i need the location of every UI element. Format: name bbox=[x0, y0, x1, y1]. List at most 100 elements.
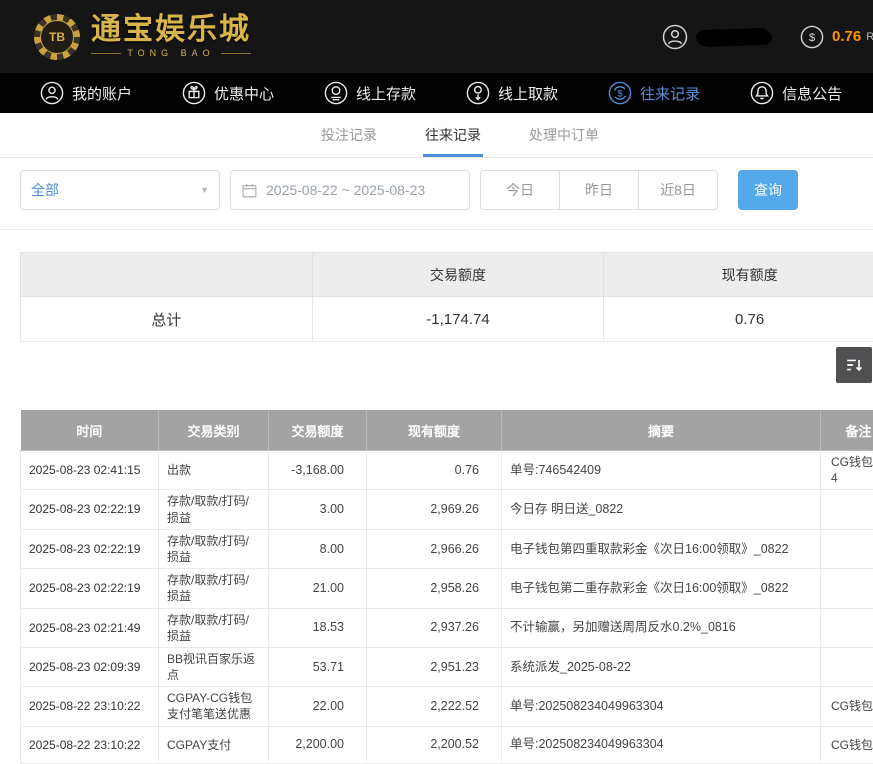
cell-type: 存款/取款/打码/损益 bbox=[159, 529, 269, 568]
site-logo[interactable]: TB 通宝娱乐城 TONG BAO bbox=[34, 14, 251, 60]
cell-amount: 18.53 bbox=[269, 608, 367, 647]
nav-label: 优惠中心 bbox=[214, 83, 274, 104]
table-row: 2025-08-23 02:22:19 存款/取款/打码/损益 21.00 2,… bbox=[21, 569, 873, 608]
nav-label: 线上取款 bbox=[498, 83, 558, 104]
cell-amount: 22.00 bbox=[269, 687, 367, 726]
col-type: 交易类别 bbox=[159, 410, 269, 451]
cell-note: CG钱包-24 bbox=[821, 451, 873, 490]
nav-item-withdraw[interactable]: 线上取款 bbox=[466, 81, 558, 105]
cell-summary: 电子钱包第二重存款彩金《次日16:00领取》_0822 bbox=[502, 569, 821, 608]
tab-processing-orders[interactable]: 处理中订单 bbox=[527, 113, 601, 157]
summary-col-balance: 现有额度 bbox=[604, 253, 873, 297]
cell-type: 存款/取款/打码/损益 bbox=[159, 490, 269, 529]
summary-row: 总计 -1,174.74 0.76 bbox=[21, 297, 873, 342]
records-header-row: 时间 交易类别 交易额度 现有额度 摘要 备注 bbox=[21, 410, 873, 451]
cell-balance: 2,958.26 bbox=[367, 569, 502, 608]
nav-label: 我的账户 bbox=[72, 83, 132, 104]
cell-type: 存款/取款/打码/损益 bbox=[159, 608, 269, 647]
col-balance: 现有额度 bbox=[367, 410, 502, 451]
user-circle-icon bbox=[40, 81, 64, 105]
account-area: $ 0.76 R bbox=[662, 0, 873, 73]
summary-total-balance: 0.76 bbox=[604, 297, 873, 342]
type-select-value: 全部 bbox=[31, 180, 59, 200]
withdraw-coin-icon bbox=[466, 81, 490, 105]
summary-col-transaction: 交易额度 bbox=[312, 253, 604, 297]
type-select[interactable]: 全部 ▼ bbox=[20, 170, 220, 210]
cell-summary: 单号:202508234049963304 bbox=[502, 687, 821, 726]
cell-time: 2025-08-23 02:22:19 bbox=[21, 569, 159, 608]
cell-balance: 2,200.52 bbox=[367, 726, 502, 763]
col-note: 备注 bbox=[821, 410, 873, 451]
col-time: 时间 bbox=[21, 410, 159, 451]
cell-amount: 8.00 bbox=[269, 529, 367, 568]
yesterday-button[interactable]: 昨日 bbox=[559, 170, 639, 210]
cell-amount: 3.00 bbox=[269, 490, 367, 529]
cell-note: CG钱包 bbox=[821, 726, 873, 763]
cell-note bbox=[821, 647, 873, 686]
date-range-value: 2025-08-22 ~ 2025-08-23 bbox=[266, 182, 425, 198]
svg-text:$: $ bbox=[617, 88, 623, 99]
cell-time: 2025-08-22 23:10:22 bbox=[21, 726, 159, 763]
user-icon[interactable] bbox=[662, 24, 688, 50]
col-amount: 交易额度 bbox=[269, 410, 367, 451]
summary-table: 交易额度 现有额度 总计 -1,174.74 0.76 bbox=[20, 252, 873, 342]
nav-item-transactions[interactable]: $ 往来记录 bbox=[608, 81, 700, 105]
cell-note bbox=[821, 490, 873, 529]
cell-balance: 2,966.26 bbox=[367, 529, 502, 568]
app-header: TB 通宝娱乐城 TONG BAO $ 0.76 R bbox=[0, 0, 873, 73]
date-range-picker[interactable]: 2025-08-22 ~ 2025-08-23 bbox=[230, 170, 470, 210]
cell-time: 2025-08-22 23:10:22 bbox=[21, 687, 159, 726]
cell-note bbox=[821, 529, 873, 568]
cell-note bbox=[821, 569, 873, 608]
balance-amount: 0.76 bbox=[832, 28, 861, 45]
query-button[interactable]: 查询 bbox=[738, 170, 798, 210]
summary-total-transaction: -1,174.74 bbox=[312, 297, 604, 342]
table-row: 2025-08-23 02:22:19 存款/取款/打码/损益 8.00 2,9… bbox=[21, 529, 873, 568]
sort-descending-icon bbox=[844, 355, 864, 375]
transactions-icon: $ bbox=[608, 81, 632, 105]
cell-amount: 21.00 bbox=[269, 569, 367, 608]
table-row: 2025-08-23 02:21:49 存款/取款/打码/损益 18.53 2,… bbox=[21, 608, 873, 647]
cell-summary: 系统派发_2025-08-22 bbox=[502, 647, 821, 686]
site-title: 通宝娱乐城 bbox=[91, 15, 251, 45]
cell-amount: -3,168.00 bbox=[269, 451, 367, 490]
nav-item-deposit[interactable]: 线上存款 bbox=[324, 81, 416, 105]
cell-type: CGPAY支付 bbox=[159, 726, 269, 763]
cell-amount: 53.71 bbox=[269, 647, 367, 686]
nav-label: 信息公告 bbox=[782, 83, 842, 104]
redacted-username bbox=[698, 28, 770, 46]
tab-betting-records[interactable]: 投注记录 bbox=[319, 113, 379, 157]
cell-summary: 不计输赢，另加赠送周周反水0.2%_0816 bbox=[502, 608, 821, 647]
nav-label: 线上存款 bbox=[356, 83, 416, 104]
nav-item-my-account[interactable]: 我的账户 bbox=[40, 81, 132, 105]
main-nav: 我的账户 优惠中心 线上存款 bbox=[0, 73, 873, 113]
balance-currency: R bbox=[866, 31, 873, 43]
cell-note bbox=[821, 608, 873, 647]
col-summary: 摘要 bbox=[502, 410, 821, 451]
nav-item-promotions[interactable]: 优惠中心 bbox=[182, 81, 274, 105]
records-table: 时间 交易类别 交易额度 现有额度 摘要 备注 2025-08-23 02:41… bbox=[20, 410, 873, 764]
wallet-dollar-icon[interactable]: $ bbox=[800, 25, 824, 49]
nav-item-announcements[interactable]: 信息公告 bbox=[750, 81, 842, 105]
filter-section: 全部 ▼ 2025-08-22 ~ 2025-08-23 今日 昨日 近8日 查… bbox=[0, 158, 873, 230]
casino-chip-icon: TB bbox=[34, 14, 80, 60]
cell-balance: 0.76 bbox=[367, 451, 502, 490]
chevron-down-icon: ▼ bbox=[200, 185, 209, 195]
cell-type: CGPAY-CG钱包支付笔笔送优惠 bbox=[159, 687, 269, 726]
cell-summary: 今日存 明日送_0822 bbox=[502, 490, 821, 529]
cell-summary: 单号:746542409 bbox=[502, 451, 821, 490]
cell-balance: 2,937.26 bbox=[367, 608, 502, 647]
tab-transaction-records[interactable]: 往来记录 bbox=[423, 113, 483, 157]
last-8-days-button[interactable]: 近8日 bbox=[638, 170, 718, 210]
cell-note: CG钱包 bbox=[821, 687, 873, 726]
site-subtitle: TONG BAO bbox=[91, 48, 251, 58]
page: TB 通宝娱乐城 TONG BAO $ 0.76 R bbox=[0, 0, 873, 764]
cell-time: 2025-08-23 02:22:19 bbox=[21, 529, 159, 568]
today-button[interactable]: 今日 bbox=[480, 170, 560, 210]
sort-button[interactable] bbox=[836, 347, 872, 383]
calendar-icon bbox=[241, 182, 258, 199]
tabbar: 投注记录 往来记录 处理中订单 bbox=[0, 113, 873, 158]
table-row: 2025-08-23 02:41:15 出款 -3,168.00 0.76 单号… bbox=[21, 451, 873, 490]
cell-type: BB视讯百家乐返点 bbox=[159, 647, 269, 686]
cell-balance: 2,969.26 bbox=[367, 490, 502, 529]
